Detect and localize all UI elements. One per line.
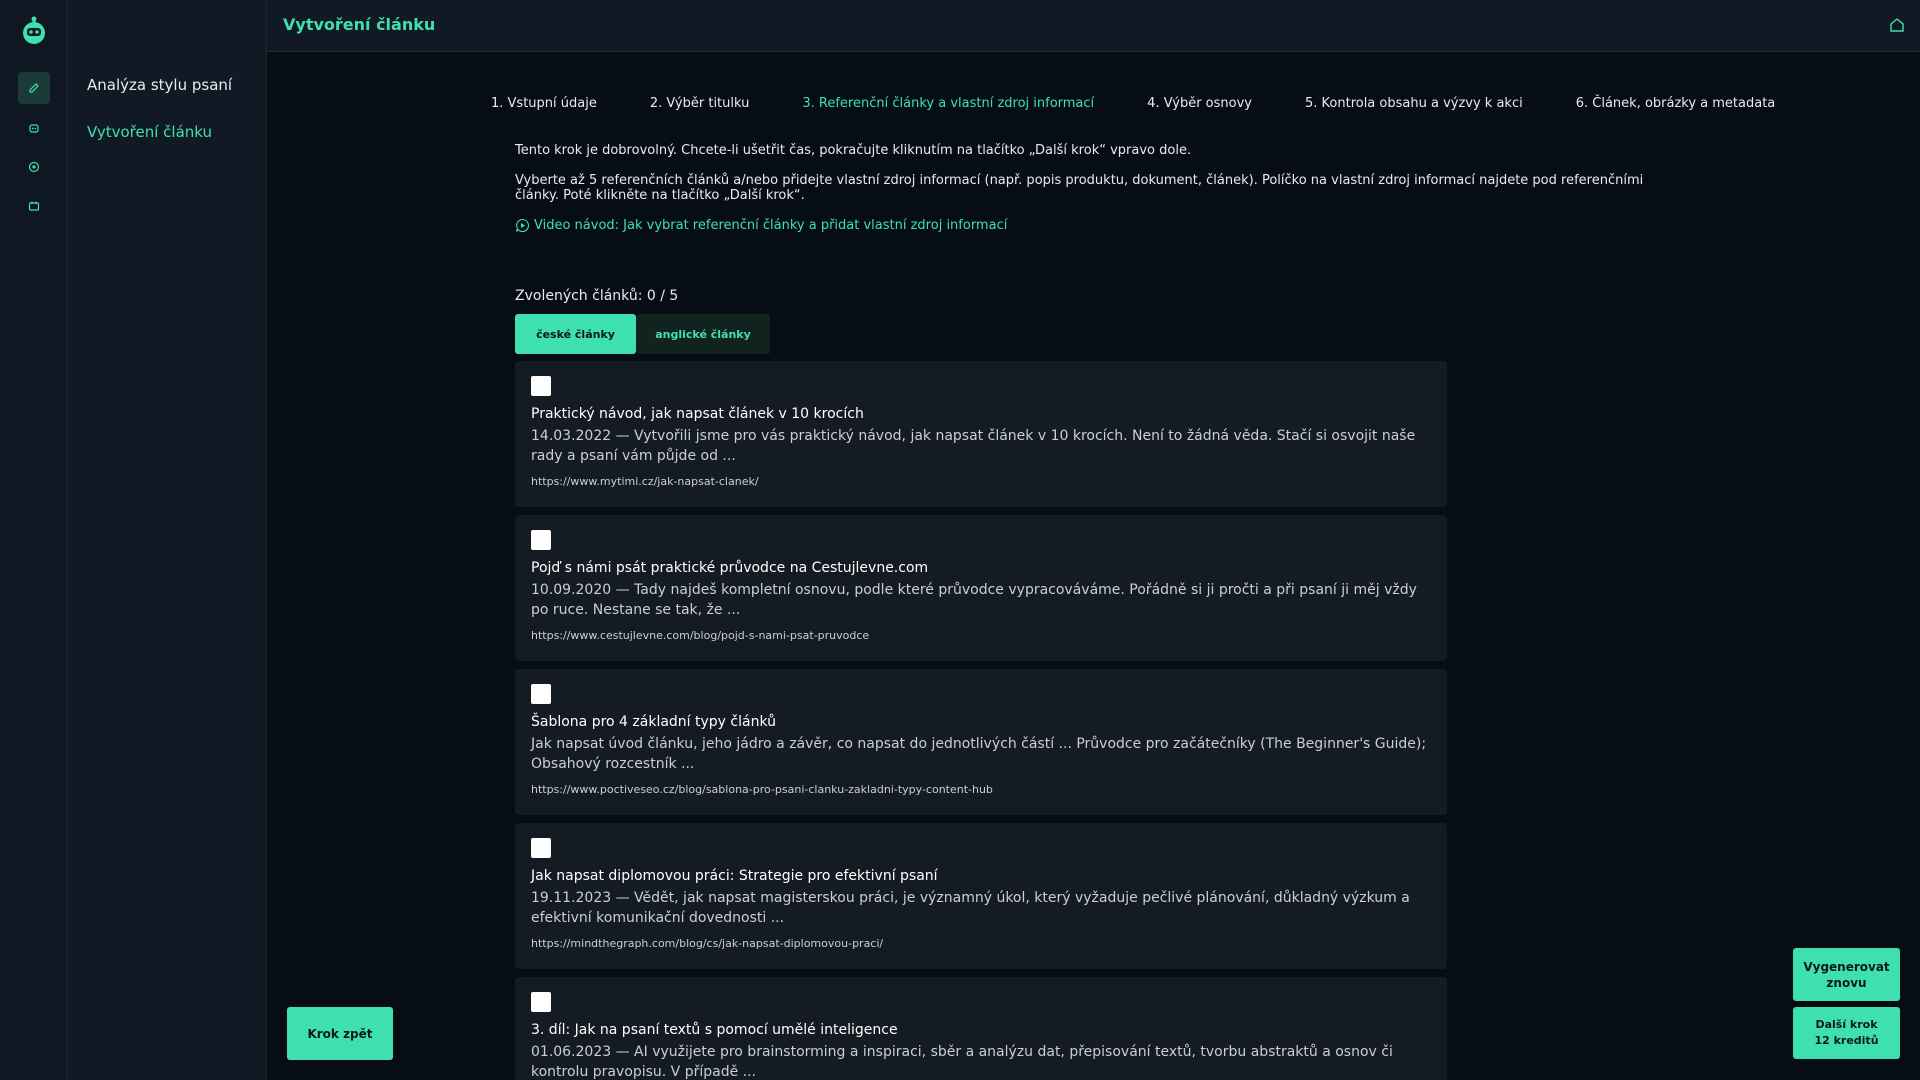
nav-item-writing-style[interactable]: Analýza stylu psaní	[87, 76, 232, 94]
regenerate-label: Vygenerovat	[1803, 959, 1890, 974]
step-5[interactable]: 5. Kontrola obsahu a výzvy k akci	[1305, 96, 1523, 111]
article-title: Jak napsat diplomovou práci: Strategie p…	[531, 868, 938, 884]
article-title: Praktický návod, jak napsat článek v 10 …	[531, 406, 864, 422]
article-card[interactable]: Pojď s námi psát praktické průvodce na C…	[515, 515, 1447, 661]
home-icon[interactable]	[1888, 16, 1906, 34]
secondary-nav: Analýza stylu psaní Vytvoření článku	[67, 0, 267, 1080]
article-checkbox[interactable]	[531, 376, 551, 396]
next-step-label: Další krok	[1815, 1018, 1878, 1031]
article-url: https://www.mytimi.cz/jak-napsat-clanek/	[531, 475, 759, 488]
step-navigation: 1. Vstupní údaje 2. Výběr titulku 3. Ref…	[491, 96, 1775, 111]
article-title: 3. díl: Jak na psaní textů s pomocí uměl…	[531, 1022, 898, 1038]
article-list: Praktický návod, jak napsat článek v 10 …	[515, 361, 1447, 1080]
step-1[interactable]: 1. Vstupní údaje	[491, 96, 597, 111]
step-4[interactable]: 4. Výběr osnovy	[1147, 96, 1252, 111]
regenerate-button[interactable]: Vygenerovat znovu	[1793, 948, 1900, 1001]
article-checkbox[interactable]	[531, 992, 551, 1012]
article-url: https://www.cestujlevne.com/blog/pojd-s-…	[531, 629, 870, 642]
article-card[interactable]: Šablona pro 4 základní typy článků Jak n…	[515, 669, 1447, 815]
nav-item-create-article[interactable]: Vytvoření článku	[87, 123, 212, 141]
intro-optional-note: Tento krok je dobrovolný. Chcete-li ušet…	[515, 143, 1192, 158]
step-6[interactable]: 6. Článek, obrázky a metadata	[1576, 96, 1776, 111]
regenerate-label-2: znovu	[1826, 975, 1867, 990]
article-checkbox[interactable]	[531, 530, 551, 550]
intro-instructions: Vyberte až 5 referenčních článků a/nebo …	[515, 173, 1644, 203]
article-description: 01.06.2023 — AI využijete pro brainstorm…	[531, 1044, 1393, 1080]
language-tabs: české články anglické články	[515, 314, 770, 354]
step-2[interactable]: 2. Výběr titulku	[650, 96, 750, 111]
video-icon	[515, 218, 529, 232]
page-title: Vytvoření článku	[283, 15, 436, 34]
video-tutorial-label[interactable]: Video návod: Jak vybrat referenční článk…	[534, 218, 1007, 233]
article-card[interactable]: Jak napsat diplomovou práci: Strategie p…	[515, 823, 1447, 969]
calendar-icon[interactable]	[18, 190, 50, 222]
intro-text: Tento krok je dobrovolný. Chcete-li ušet…	[515, 143, 1645, 233]
tab-english-articles[interactable]: anglické články	[636, 314, 770, 354]
next-step-credits: 12 kreditů	[1814, 1034, 1879, 1047]
back-button[interactable]: Krok zpět	[287, 1007, 393, 1060]
top-bar: Vytvoření článku	[267, 0, 1920, 52]
pencil-icon[interactable]	[18, 72, 50, 104]
tab-czech-articles[interactable]: české články	[515, 314, 636, 354]
article-description: 19.11.2023 — Vědět, jak napsat magisters…	[531, 890, 1410, 926]
video-tutorial-link[interactable]: Video návod: Jak vybrat referenční článk…	[515, 218, 1645, 233]
article-description: 10.09.2020 — Tady najdeš kompletní osnov…	[531, 582, 1417, 618]
next-step-button[interactable]: Další krok 12 kreditů	[1793, 1007, 1900, 1059]
robot-logo-icon[interactable]	[19, 16, 49, 46]
article-description: 14.03.2022 — Vytvořili jsme pro vás prak…	[531, 428, 1416, 464]
selected-count: Zvolených článků: 0 / 5	[515, 288, 679, 304]
robot-icon[interactable]	[18, 112, 50, 144]
step-3-active[interactable]: 3. Referenční články a vlastní zdroj inf…	[802, 96, 1094, 111]
article-checkbox[interactable]	[531, 684, 551, 704]
article-url: https://mindthegraph.com/blog/cs/jak-nap…	[531, 937, 884, 950]
article-title: Pojď s námi psát praktické průvodce na C…	[531, 560, 929, 576]
article-title: Šablona pro 4 základní typy článků	[531, 714, 777, 730]
article-url: https://www.poctiveseo.cz/blog/sablona-p…	[531, 783, 993, 796]
article-checkbox[interactable]	[531, 838, 551, 858]
article-card[interactable]: Praktický návod, jak napsat článek v 10 …	[515, 361, 1447, 507]
article-description: Jak napsat úvod článku, jeho jádro a záv…	[531, 736, 1427, 772]
article-card[interactable]: 3. díl: Jak na psaní textů s pomocí uměl…	[515, 977, 1447, 1080]
target-icon[interactable]	[18, 151, 50, 183]
icon-rail	[0, 0, 67, 1080]
